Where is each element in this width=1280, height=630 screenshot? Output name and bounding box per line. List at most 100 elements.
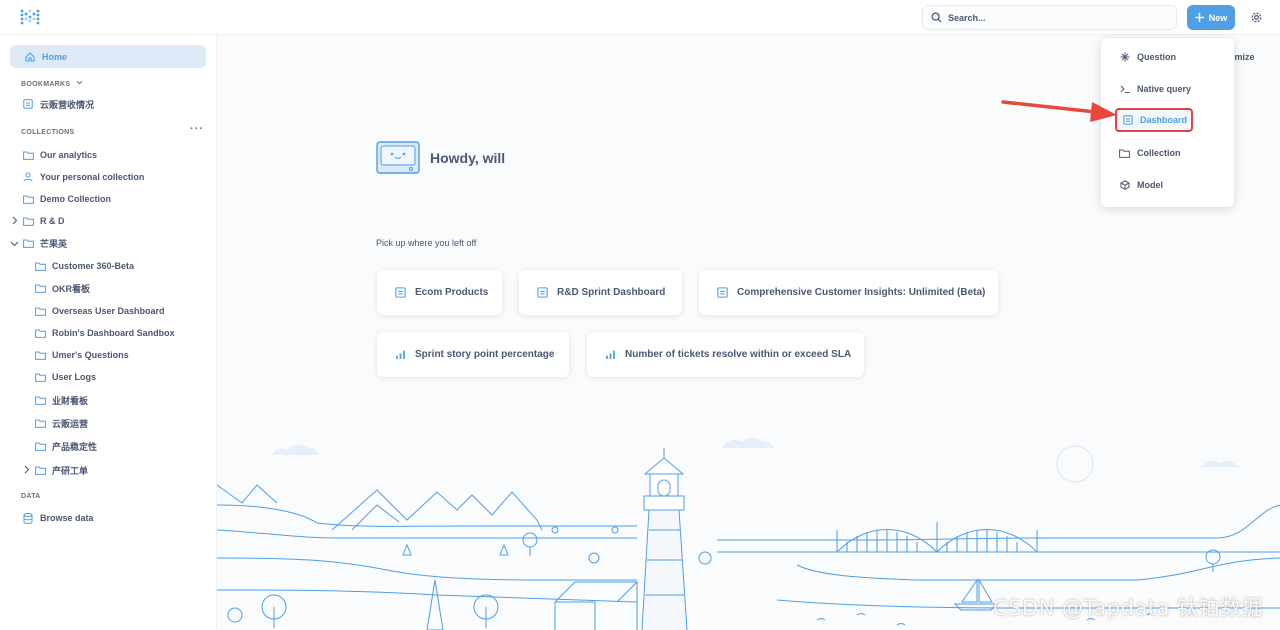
sidebar-item-browse-data[interactable]: Browse data — [10, 508, 206, 528]
recent-item-card[interactable]: Sprint story point percentage — [377, 332, 569, 377]
sidebar-item-label: 云贩运营 — [52, 418, 89, 429]
sidebar-subitem[interactable]: 产研工单 — [22, 460, 218, 480]
cube-icon — [1119, 180, 1130, 191]
new-button[interactable]: New — [1187, 5, 1235, 30]
sidebar-item-label: Your personal collection — [40, 172, 145, 182]
search-input[interactable] — [948, 12, 1148, 23]
sidebar-item-label: Demo Collection — [40, 194, 112, 204]
menu-item-native-query[interactable]: Native query — [1111, 77, 1226, 101]
chevron-down-icon — [76, 80, 83, 85]
recent-item-label: Comprehensive Customer Insights: Unlimit… — [737, 287, 986, 298]
dashboard-icon — [717, 287, 728, 298]
person-icon — [22, 171, 34, 183]
sidebar-item-label: 云贩营收情况 — [40, 99, 95, 110]
sidebar-subitem[interactable]: User Logs — [22, 367, 218, 387]
search-bar[interactable] — [922, 5, 1177, 30]
sidebar-item-label: Umer's Questions — [52, 350, 129, 360]
sidebar-item-label: R & D — [40, 216, 65, 226]
top-bar: New — [0, 0, 1280, 35]
menu-item-dashboard[interactable]: Dashboard — [1115, 108, 1193, 132]
database-icon — [22, 512, 34, 524]
sidebar-item-label: Overseas User Dashboard — [52, 306, 165, 316]
home-icon — [24, 51, 36, 63]
dashboard-icon — [1122, 115, 1133, 126]
folder-icon — [34, 417, 46, 429]
sidebar-subitem[interactable]: Overseas User Dashboard — [22, 301, 218, 321]
plus-icon — [1194, 13, 1204, 22]
folder-icon — [22, 215, 34, 227]
sidebar-item-label: Browse data — [40, 513, 94, 523]
dashboard-icon — [22, 98, 34, 110]
terminal-icon — [1119, 84, 1130, 95]
sidebar-subitem[interactable]: Robin's Dashboard Sandbox — [22, 323, 218, 343]
sidebar-item-label: 芒果英 — [40, 238, 68, 249]
folder-icon — [34, 282, 46, 294]
folder-icon — [34, 394, 46, 406]
bar-chart-icon — [605, 349, 616, 360]
watermark: CSDN @Tapdata 钛铂数据 — [993, 596, 1264, 620]
sidebar: Home BOOKMARKS 云贩营收情况 COLLECTIONS ··· Ou… — [0, 35, 217, 630]
folder-icon — [22, 149, 34, 161]
folder-icon — [34, 327, 46, 339]
menu-item-collection[interactable]: Collection — [1111, 141, 1226, 165]
robot-icon — [376, 141, 420, 174]
sidebar-item-home[interactable]: Home — [10, 45, 206, 68]
sidebar-item-demo-collection[interactable]: Demo Collection — [10, 189, 206, 209]
recent-item-label: Ecom Products — [415, 287, 489, 298]
sidebar-item-our-analytics[interactable]: Our analytics — [10, 145, 206, 165]
folder-icon — [34, 371, 46, 383]
question-icon — [1119, 52, 1130, 63]
menu-item-label: Model — [1137, 180, 1163, 190]
sidebar-subitem[interactable]: 业财看板 — [22, 390, 218, 410]
recent-item-card[interactable]: Ecom Products — [377, 270, 502, 315]
menu-item-model[interactable]: Model — [1111, 173, 1226, 197]
sidebar-item-label: 产品稳定性 — [52, 441, 98, 452]
recent-item-label: Number of tickets resolve within or exce… — [625, 349, 852, 360]
sidebar-item-label: Our analytics — [40, 150, 98, 160]
menu-item-label: Dashboard — [1140, 115, 1188, 125]
sidebar-subitem[interactable]: OKR看板 — [22, 278, 218, 298]
new-dropdown-menu: Question Native query Dashboard Collecti… — [1101, 38, 1234, 207]
greeting: Howdy, will — [430, 150, 506, 166]
sidebar-item-mangoguo[interactable]: 芒果英 — [10, 233, 206, 253]
dashboard-icon — [537, 287, 548, 298]
sidebar-item-rnd[interactable]: R & D — [10, 211, 206, 231]
sidebar-item-label: Robin's Dashboard Sandbox — [52, 328, 175, 338]
sidebar-item-label: 产研工单 — [52, 465, 89, 476]
folder-icon — [34, 260, 46, 272]
sidebar-subitem[interactable]: 产品稳定性 — [22, 436, 218, 456]
gear-icon[interactable] — [1250, 11, 1263, 24]
folder-icon — [34, 464, 46, 476]
folder-icon — [1119, 148, 1130, 159]
annotation-arrow-icon — [1001, 100, 1117, 122]
pickup-heading: Pick up where you left off — [376, 238, 477, 248]
folder-icon — [22, 237, 34, 249]
recent-item-card[interactable]: Number of tickets resolve within or exce… — [587, 332, 864, 377]
sidebar-item-label: User Logs — [52, 372, 97, 382]
recent-item-label: R&D Sprint Dashboard — [557, 287, 666, 298]
recent-item-card[interactable]: Comprehensive Customer Insights: Unlimit… — [699, 270, 998, 315]
collections-more-icon[interactable]: ··· — [190, 123, 204, 135]
menu-item-question[interactable]: Question — [1111, 45, 1226, 69]
new-button-label: New — [1208, 12, 1228, 23]
bookmarks-heading[interactable]: BOOKMARKS — [21, 79, 83, 88]
sidebar-subitem[interactable]: Umer's Questions — [22, 345, 218, 365]
sidebar-item-bookmark[interactable]: 云贩营收情况 — [10, 94, 206, 114]
menu-item-label: Question — [1137, 52, 1177, 62]
sidebar-item-label: OKR看板 — [52, 283, 90, 294]
folder-icon — [22, 193, 34, 205]
recent-item-label: Sprint story point percentage — [415, 349, 555, 360]
recent-item-card[interactable]: R&D Sprint Dashboard — [519, 270, 682, 315]
metabase-logo-icon[interactable] — [20, 9, 40, 25]
sidebar-item-personal-collection[interactable]: Your personal collection — [10, 167, 206, 187]
menu-item-label: Collection — [1137, 148, 1181, 158]
data-heading: DATA — [21, 493, 41, 500]
dashboard-icon — [395, 287, 406, 298]
folder-icon — [34, 305, 46, 317]
sidebar-subitem[interactable]: Customer 360-Beta — [22, 256, 218, 276]
sidebar-item-label: Home — [42, 51, 68, 62]
folder-icon — [34, 349, 46, 361]
menu-item-label: Native query — [1137, 84, 1192, 94]
sidebar-item-label: 业财看板 — [52, 395, 89, 406]
sidebar-subitem[interactable]: 云贩运营 — [22, 413, 218, 433]
